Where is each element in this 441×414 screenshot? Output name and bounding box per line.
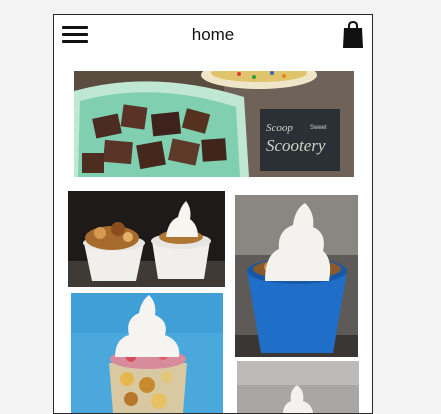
photo-blue-cup[interactable] [235,195,358,357]
top-bar: home [54,15,372,57]
sign-text-small: Sweet [310,125,327,131]
shopping-bag-icon[interactable] [342,20,364,49]
photo-parfait[interactable] [71,293,223,413]
photo-soft-serve-partial[interactable] [237,361,359,413]
sign-text-scoop: Scoop [266,122,293,134]
page-title: home [191,25,235,44]
phone-frame: home Scoop Sweet Scootery [53,14,373,414]
photo-brownie-bowl[interactable]: Scoop Sweet Scootery [74,71,354,177]
sign-text-scootery: Scootery [266,136,326,155]
photo-sundae-cups[interactable] [68,191,225,287]
